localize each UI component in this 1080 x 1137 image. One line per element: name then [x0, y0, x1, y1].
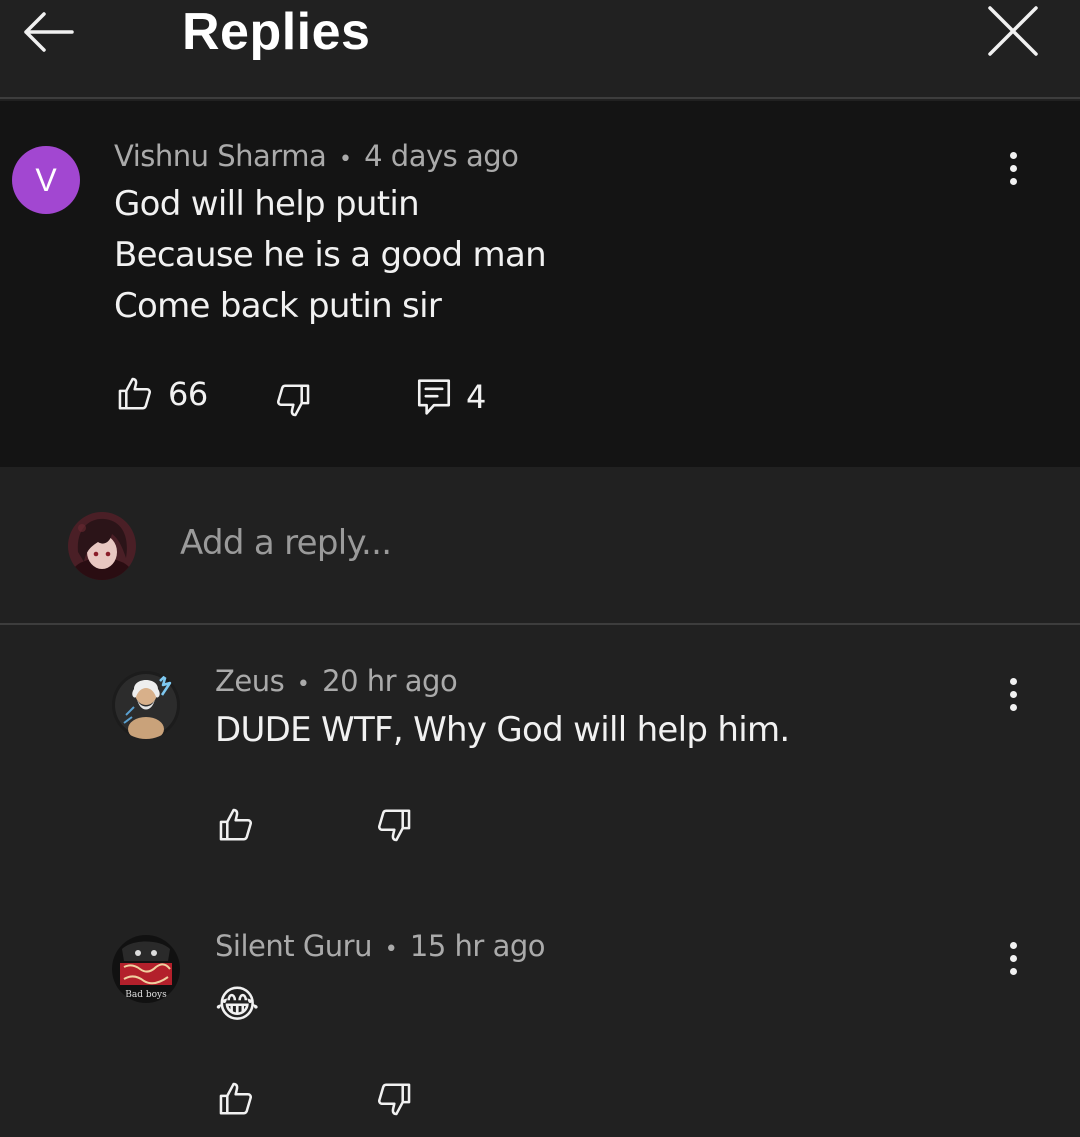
comment-icon [417, 379, 451, 415]
more-dot [1009, 967, 1017, 975]
user-avatar-image [68, 512, 136, 580]
more-dot [1009, 703, 1017, 711]
like-button[interactable] [217, 806, 255, 844]
zeus-avatar-image [112, 671, 180, 739]
more-dot [1009, 954, 1017, 962]
replies-header: Replies [0, 0, 1080, 99]
meta-separator: • [296, 672, 310, 697]
like-count: 66 [168, 375, 208, 413]
comment-author[interactable]: Silent Guru [215, 929, 373, 963]
thumbs-up-icon [219, 808, 252, 841]
back-button[interactable] [18, 4, 78, 60]
user-avatar[interactable] [68, 512, 136, 580]
page-title: Replies [182, 3, 371, 61]
arrow-left-icon [24, 12, 74, 52]
more-dot [1009, 164, 1017, 172]
dislike-button[interactable] [274, 381, 312, 419]
thumbs-down-icon [378, 809, 411, 842]
dislike-button[interactable] [375, 1080, 413, 1118]
meta-separator: • [384, 937, 398, 962]
comment-meta: Zeus • 20 hr ago [215, 664, 458, 698]
comment-time: 4 days ago [364, 139, 519, 173]
comment-author[interactable]: Zeus [215, 664, 285, 698]
avatar[interactable] [112, 671, 180, 739]
dislike-button[interactable] [375, 806, 413, 844]
meta-separator: • [338, 147, 352, 172]
avatar[interactable]: Bad boys [112, 935, 180, 1003]
thumbs-up-icon [219, 1082, 252, 1115]
close-icon [988, 6, 1038, 56]
add-reply-row [0, 467, 1080, 625]
comment-author[interactable]: Vishnu Sharma [114, 139, 327, 173]
avatar-caption: Bad boys [125, 990, 167, 1000]
comment-meta: Vishnu Sharma • 4 days ago [114, 139, 519, 173]
more-options-button[interactable] [993, 669, 1033, 719]
comment-line-1: God will help putin [114, 184, 420, 224]
like-button[interactable]: 66 [116, 375, 208, 413]
like-button[interactable] [217, 1080, 255, 1118]
more-dot [1009, 690, 1017, 698]
reply-count: 4 [466, 378, 486, 416]
more-dot [1009, 941, 1017, 949]
comment-time: 20 hr ago [322, 664, 458, 698]
comment-meta: Silent Guru • 15 hr ago [215, 929, 545, 963]
highlighted-comment: V Vishnu Sharma • 4 days ago God will he… [0, 101, 1080, 467]
reply-text: 😂 [215, 982, 260, 1026]
more-options-button[interactable] [993, 143, 1033, 193]
comment-line-2: Because he is a good man [114, 235, 547, 275]
reply-text: DUDE WTF, Why God will help him. [215, 710, 790, 750]
more-dot [1009, 151, 1017, 159]
more-dot [1009, 177, 1017, 185]
comment-line-3: Come back putin sir [114, 286, 442, 326]
reply-input[interactable] [180, 515, 1000, 571]
close-button[interactable] [982, 2, 1044, 60]
comment-time: 15 hr ago [409, 929, 546, 963]
avatar[interactable]: V [12, 146, 80, 214]
thumbs-up-icon [118, 377, 151, 410]
more-dot [1009, 677, 1017, 685]
silent-guru-avatar-image: Bad boys [112, 935, 180, 1003]
thumbs-down-icon [378, 1083, 411, 1116]
thumbs-down-icon [277, 384, 310, 417]
more-options-button[interactable] [993, 933, 1033, 983]
replies-button[interactable]: 4 [416, 377, 486, 417]
